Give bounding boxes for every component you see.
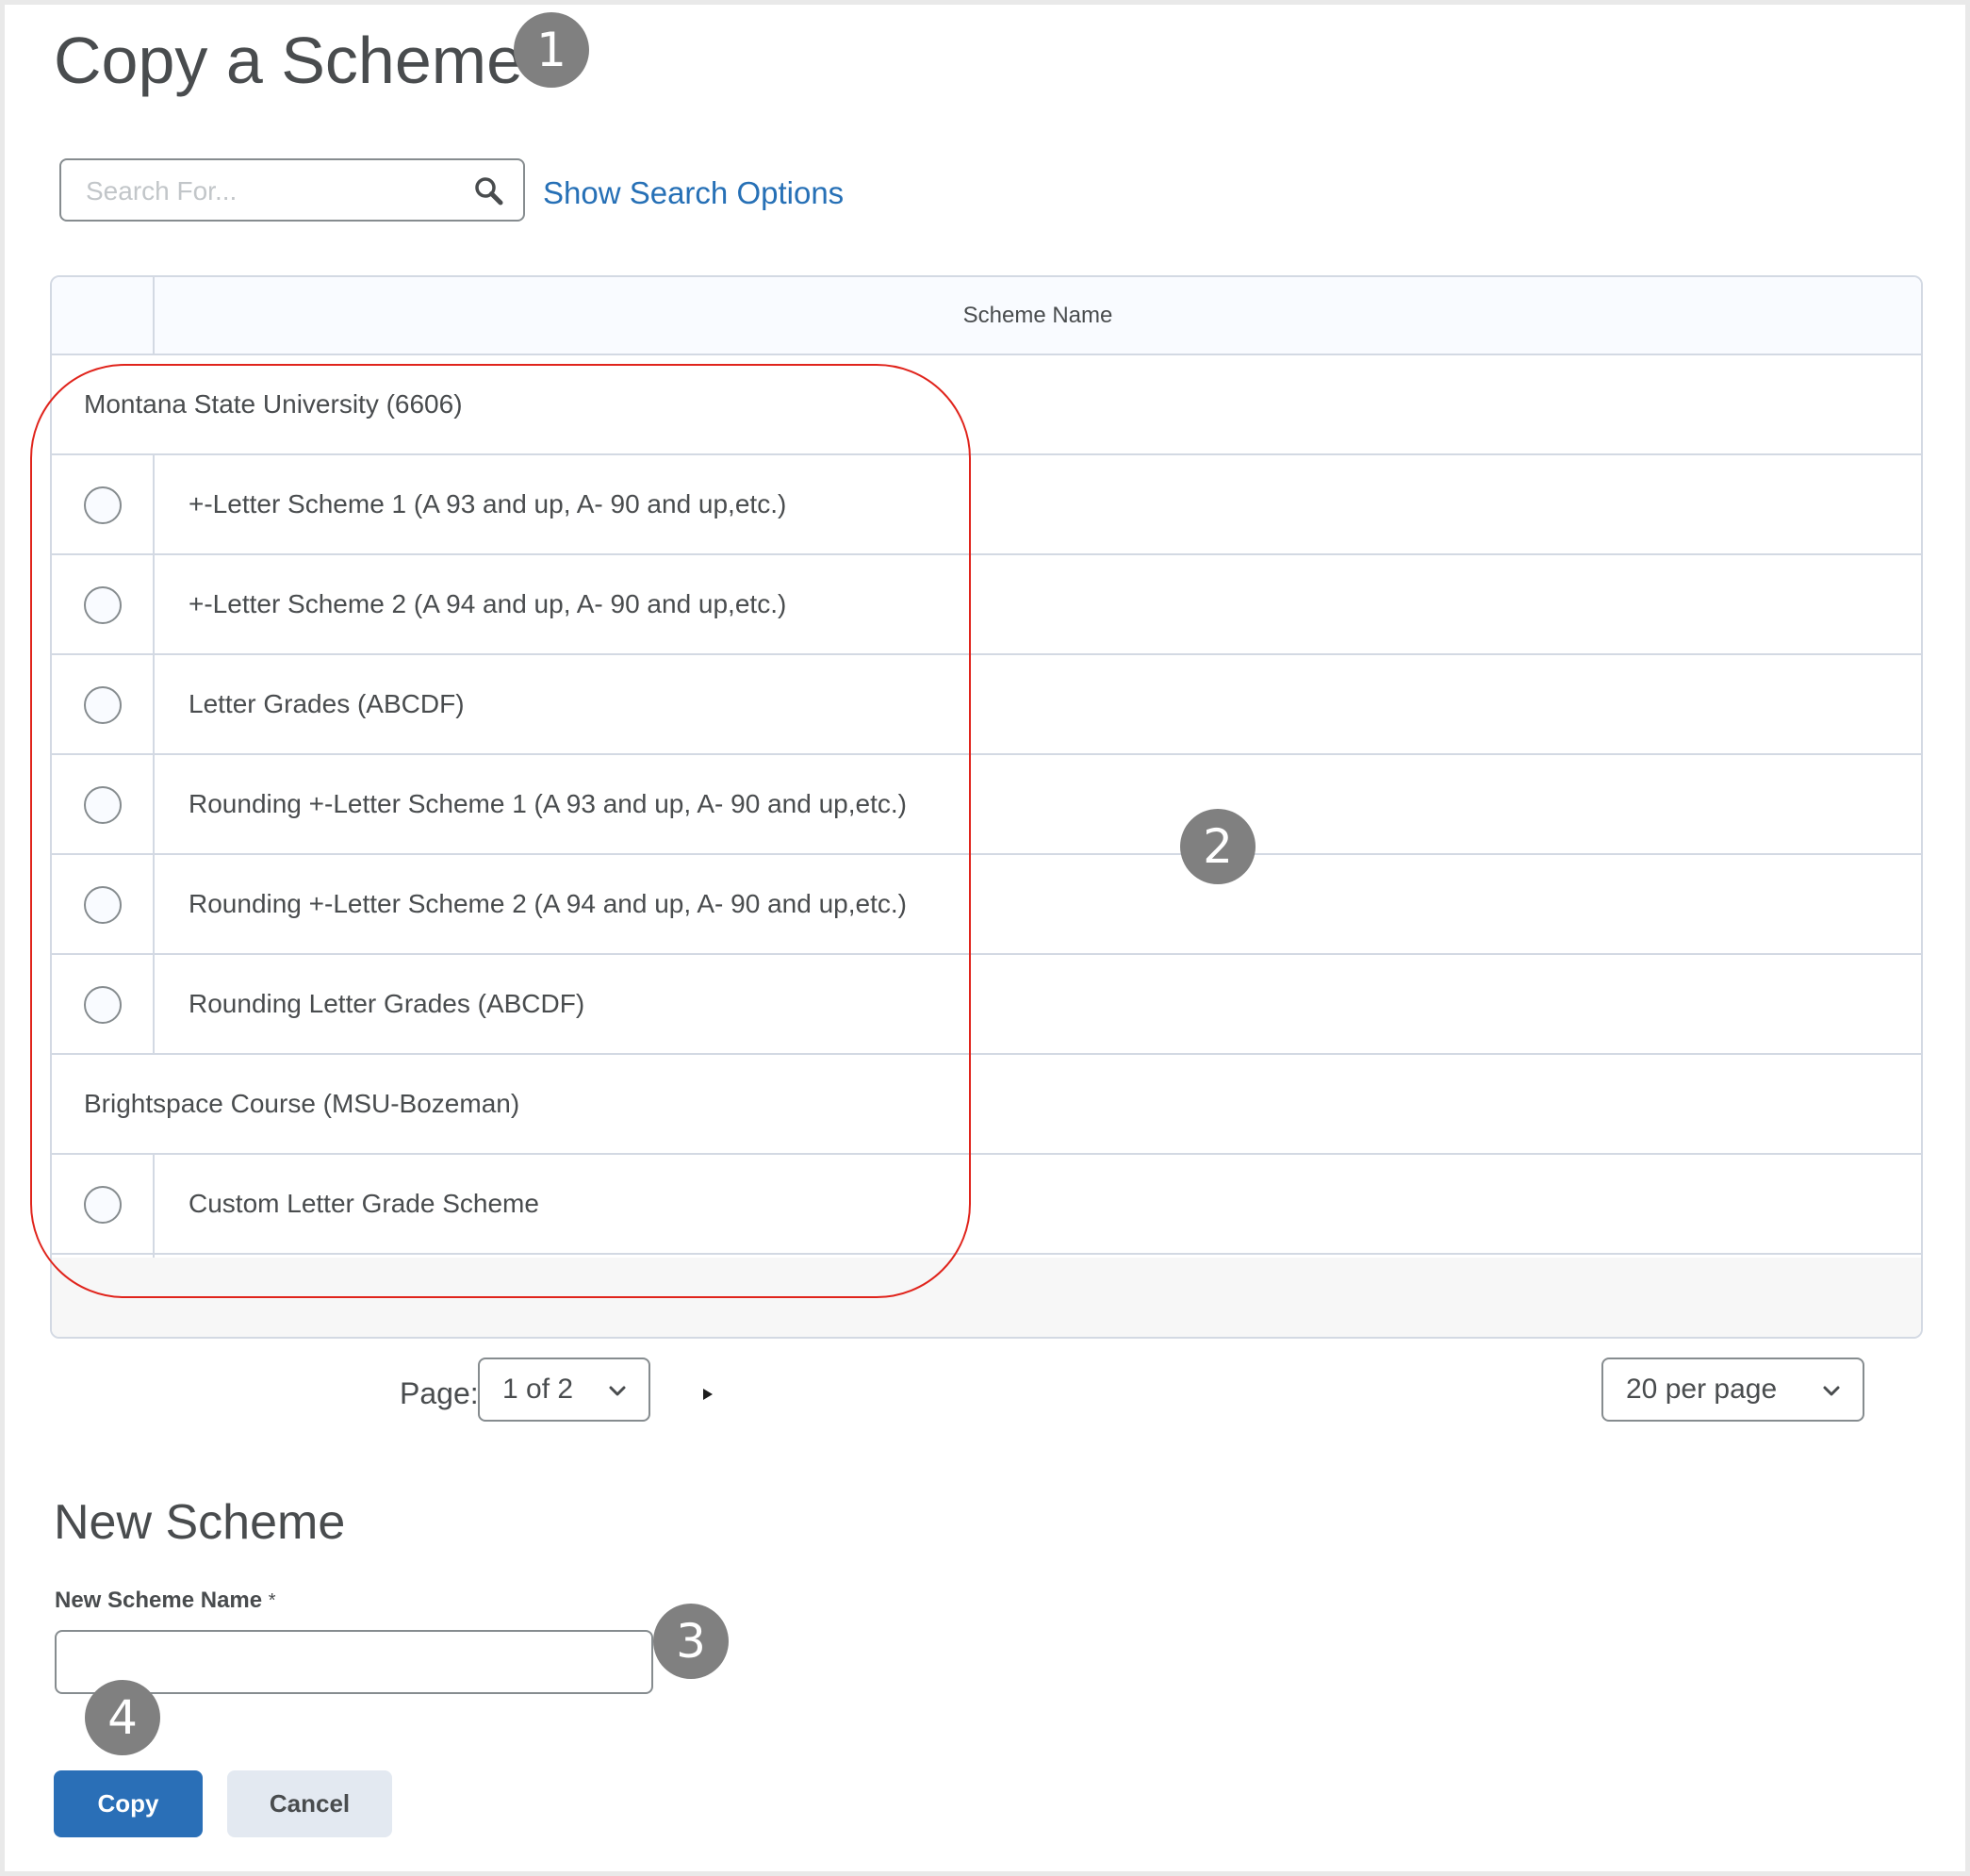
radio-cell: [52, 1155, 155, 1253]
table-row[interactable]: Rounding Letter Grades (ABCDF): [52, 955, 1921, 1055]
radio-cell: [52, 655, 155, 753]
new-scheme-name-input[interactable]: [55, 1630, 653, 1694]
page-select[interactable]: 1 of 2: [478, 1358, 650, 1422]
table-row[interactable]: Custom Letter Grade Scheme: [52, 1155, 1921, 1255]
chevron-down-icon: [609, 1386, 626, 1396]
label-text: New Scheme Name: [55, 1588, 263, 1613]
new-scheme-heading: New Scheme: [54, 1495, 346, 1550]
scheme-radio[interactable]: [84, 686, 122, 724]
radio-cell: [52, 855, 155, 953]
search-icon[interactable]: [472, 174, 506, 208]
table-row[interactable]: Rounding +-Letter Scheme 2 (A 94 and up,…: [52, 855, 1921, 955]
page-container: Copy a Scheme 1 Show Search Options Sche…: [5, 5, 1965, 1871]
scheme-radio[interactable]: [84, 1186, 122, 1224]
chevron-down-icon: [1823, 1386, 1840, 1396]
scheme-name: +-Letter Scheme 1 (A 93 and up, A- 90 an…: [189, 489, 787, 518]
search-field[interactable]: [59, 158, 525, 222]
scheme-name: Custom Letter Grade Scheme: [189, 1189, 539, 1218]
per-page-select[interactable]: 20 per page: [1601, 1358, 1864, 1422]
scheme-radio[interactable]: [84, 886, 122, 924]
table-header: Scheme Name: [52, 277, 1921, 355]
scheme-name: +-Letter Scheme 2 (A 94 and up, A- 90 an…: [189, 589, 787, 618]
cancel-button[interactable]: Cancel: [227, 1770, 392, 1837]
scheme-name-column-header[interactable]: Scheme Name: [155, 277, 1921, 354]
copy-button[interactable]: Copy: [54, 1770, 203, 1837]
page-title: Copy a Scheme: [54, 24, 524, 97]
torn-edge-overlay: [52, 1258, 1921, 1337]
select-column-header: [52, 277, 155, 354]
radio-cell: [52, 455, 155, 553]
next-page-arrow-icon[interactable]: [699, 1383, 716, 1406]
callout-badge-4: 4: [85, 1680, 160, 1755]
show-search-options-link[interactable]: Show Search Options: [543, 173, 844, 214]
required-marker: *: [268, 1590, 276, 1611]
table-row[interactable]: Rounding +-Letter Scheme 1 (A 93 and up,…: [52, 755, 1921, 855]
scheme-radio[interactable]: [84, 786, 122, 824]
table-row[interactable]: +-Letter Scheme 2 (A 94 and up, A- 90 an…: [52, 555, 1921, 655]
scheme-radio[interactable]: [84, 986, 122, 1024]
callout-badge-1: 1: [514, 12, 589, 88]
scheme-name: Rounding +-Letter Scheme 1 (A 93 and up,…: [189, 789, 907, 818]
callout-badge-2: 2: [1180, 809, 1256, 884]
schemes-table: Scheme Name Montana State University (66…: [50, 275, 1923, 1339]
per-page-select-value: 20 per page: [1626, 1374, 1778, 1405]
search-input[interactable]: [84, 160, 465, 222]
radio-cell: [52, 955, 155, 1053]
table-row[interactable]: +-Letter Scheme 1 (A 93 and up, A- 90 an…: [52, 455, 1921, 555]
radio-cell: [52, 755, 155, 853]
new-scheme-name-label: New Scheme Name *: [55, 1585, 276, 1617]
group-row-montana-state: Montana State University (6606): [52, 355, 1921, 455]
page-select-value: 1 of 2: [502, 1374, 574, 1405]
scheme-name: Rounding +-Letter Scheme 2 (A 94 and up,…: [189, 889, 907, 918]
group-row-brightspace-course: Brightspace Course (MSU-Bozeman): [52, 1055, 1921, 1155]
scheme-radio[interactable]: [84, 586, 122, 624]
scheme-name: Rounding Letter Grades (ABCDF): [189, 989, 585, 1018]
scheme-name: Letter Grades (ABCDF): [189, 689, 465, 718]
page-label: Page:: [400, 1376, 479, 1410]
table-row[interactable]: Letter Grades (ABCDF): [52, 655, 1921, 755]
radio-cell: [52, 555, 155, 653]
callout-badge-3: 3: [653, 1604, 729, 1679]
group-label: Brightspace Course (MSU-Bozeman): [84, 1089, 520, 1118]
scheme-radio[interactable]: [84, 486, 122, 524]
group-label: Montana State University (6606): [84, 389, 463, 419]
